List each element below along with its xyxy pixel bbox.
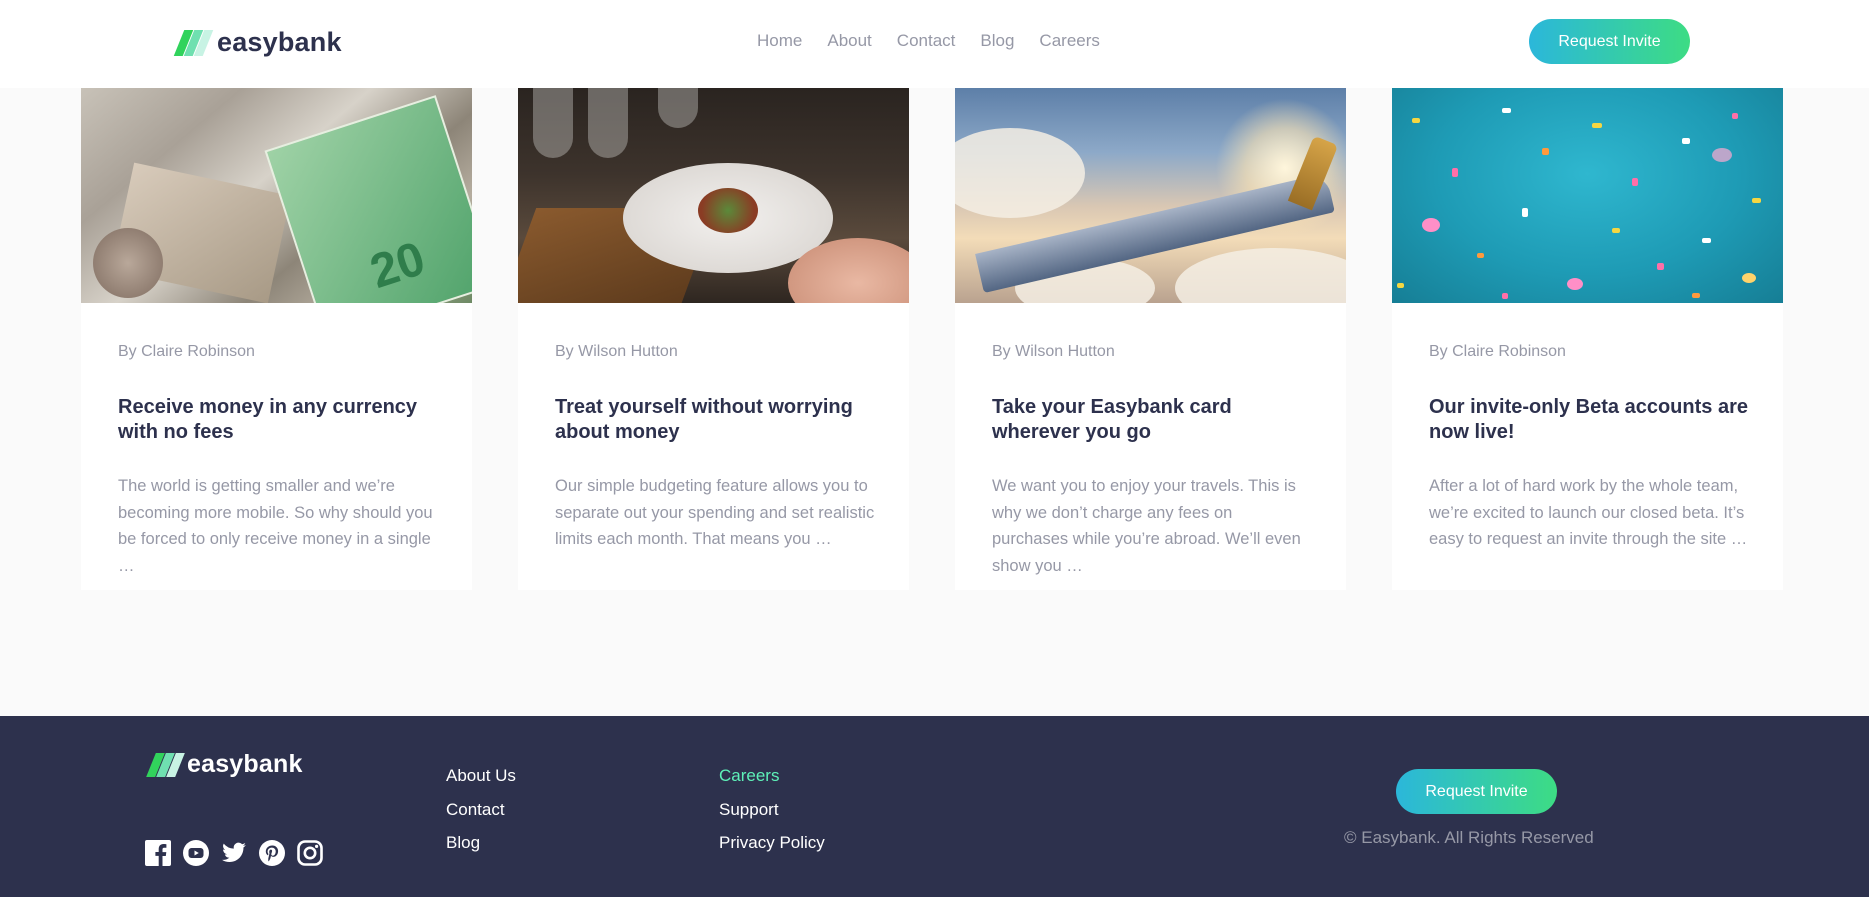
article-excerpt: We want you to enjoy your travels. This …: [992, 477, 1301, 575]
footer-link-about-us[interactable]: About Us: [446, 766, 516, 787]
footer-link-support[interactable]: Support: [719, 800, 825, 821]
article-author: By Wilson Hutton: [555, 343, 678, 360]
copyright-text: © Easybank. All Rights Reserved: [1344, 828, 1594, 847]
footer-link-privacy-policy[interactable]: Privacy Policy: [719, 833, 825, 854]
article-image-restaurant[interactable]: [518, 88, 909, 303]
article-title[interactable]: Receive money in any currency with no fe…: [118, 395, 448, 445]
logo-mark-icon: [173, 29, 214, 56]
request-invite-button[interactable]: Request Invite: [1529, 19, 1690, 64]
article-title[interactable]: Take your Easybank card wherever you go: [992, 395, 1322, 445]
article-card-budgeting[interactable]: By Wilson Hutton Treat yourself without …: [518, 88, 909, 590]
article-author: By Claire Robinson: [1429, 343, 1566, 360]
nav-contact[interactable]: Contact: [897, 31, 956, 51]
brand-name: easybank: [217, 27, 342, 57]
article-author: By Claire Robinson: [118, 343, 255, 360]
site-header: easybank Home About Contact Blog Careers…: [0, 0, 1869, 88]
nav-careers[interactable]: Careers: [1039, 31, 1099, 51]
facebook-icon[interactable]: [145, 840, 171, 866]
youtube-icon[interactable]: [183, 840, 209, 866]
article-title[interactable]: Our invite-only Beta accounts are now li…: [1429, 395, 1759, 445]
article-card-beta[interactable]: By Claire Robinson Our invite-only Beta …: [1392, 88, 1783, 590]
pinterest-icon[interactable]: [259, 840, 285, 866]
nav-blog[interactable]: Blog: [980, 31, 1014, 51]
article-excerpt: Our simple budgeting feature allows you …: [555, 477, 875, 548]
article-author: By Wilson Hutton: [992, 343, 1115, 360]
logo-mark-icon: [146, 752, 185, 777]
article-image-confetti[interactable]: [1392, 88, 1783, 303]
footer-link-contact[interactable]: Contact: [446, 800, 516, 821]
nav-about[interactable]: About: [827, 31, 871, 51]
article-image-airplane[interactable]: [955, 88, 1346, 303]
footer-links-secondary: Careers Support Privacy Policy: [719, 766, 825, 854]
article-excerpt: The world is getting smaller and we’re b…: [118, 477, 433, 575]
footer-brand-name: easybank: [187, 750, 303, 778]
article-excerpt: After a lot of hard work by the whole te…: [1429, 477, 1748, 548]
instagram-icon[interactable]: [297, 840, 323, 866]
social-links: [145, 840, 323, 866]
footer-link-careers[interactable]: Careers: [719, 766, 825, 787]
article-card-travel[interactable]: By Wilson Hutton Take your Easybank card…: [955, 88, 1346, 590]
nav-home[interactable]: Home: [757, 31, 802, 51]
article-card-currency[interactable]: 20 By Claire Robinson Receive money in a…: [81, 88, 472, 590]
article-title[interactable]: Treat yourself without worrying about mo…: [555, 395, 885, 445]
footer-request-invite-button[interactable]: Request Invite: [1396, 769, 1557, 814]
article-image-money[interactable]: 20: [81, 88, 472, 303]
main-nav: Home About Contact Blog Careers: [757, 31, 1100, 51]
site-footer: easybank About Us Contact Blog Careers S…: [0, 716, 1869, 897]
brand-logo[interactable]: easybank: [173, 27, 342, 58]
footer-brand-logo[interactable]: easybank: [146, 750, 303, 779]
footer-links-primary: About Us Contact Blog: [446, 766, 516, 854]
footer-link-blog[interactable]: Blog: [446, 833, 516, 854]
twitter-icon[interactable]: [221, 840, 247, 866]
